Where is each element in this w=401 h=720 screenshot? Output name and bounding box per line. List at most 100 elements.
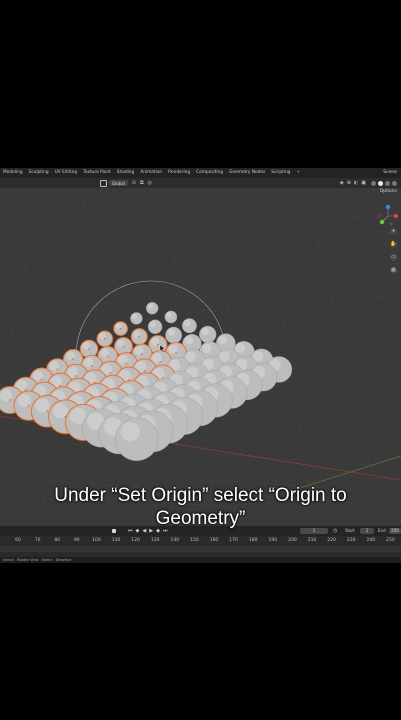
ruler-tick: 210 [307, 538, 317, 543]
origin-point [91, 365, 93, 368]
3d-viewport[interactable] [0, 188, 401, 515]
ruler-tick: 130 [150, 538, 160, 543]
gizmo-x-axis-icon[interactable] [393, 213, 399, 219]
sphere-highlight [235, 343, 246, 354]
sphere-highlight [131, 313, 138, 319]
viewport-header: Global ⊙ ⧉ ◎ ◈ ⊕ ◐ ▣ [0, 178, 401, 188]
proportional-edit-toggle[interactable]: ◎ [148, 180, 152, 186]
proportional-icon: ◎ [147, 180, 152, 186]
timeline-track[interactable] [0, 546, 401, 552]
sphere-highlight [183, 319, 191, 327]
tab-geometry-nodes[interactable]: Geometry Nodes [226, 168, 268, 178]
ruler-tick: 110 [111, 538, 121, 543]
overlay-toggle-icon[interactable]: ◐ [354, 180, 358, 186]
orientation-icon [100, 179, 107, 187]
sphere-highlight [201, 327, 209, 336]
rendered-shading-button[interactable] [392, 180, 397, 186]
camera-view-icon[interactable]: ▭ [390, 254, 397, 261]
origin-point [109, 372, 112, 375]
ruler-tick: 230 [346, 538, 356, 543]
tutorial-caption: Under “Set Origin” select “Origin to Geo… [0, 484, 401, 530]
origin-point [106, 355, 109, 358]
grid-line [0, 217, 401, 247]
origin-point [56, 368, 59, 371]
grid-line [0, 438, 401, 468]
add-workspace-button[interactable]: + [293, 168, 303, 178]
origin-point [175, 351, 178, 354]
sphere[interactable] [181, 318, 197, 334]
origin-point [72, 358, 75, 361]
origin-point [40, 378, 43, 381]
navigation-gizmo[interactable] [377, 204, 399, 226]
ruler-tick: 160 [209, 538, 219, 543]
caption-line-2: Geometry” [155, 508, 246, 529]
wireframe-shading-button[interactable] [371, 180, 376, 186]
caption-line-1: Under “Set Origin” select “Origin to [54, 485, 347, 506]
sphere-highlight [218, 335, 228, 345]
sphere[interactable] [147, 319, 163, 335]
origin-point [9, 399, 11, 401]
tab-compositing[interactable]: Compositing [193, 168, 226, 178]
status-rotate-view: Rotate View [17, 558, 39, 562]
ruler-tick: 120 [131, 538, 140, 543]
tab-scripting[interactable]: Scripting [268, 168, 293, 178]
grid-line [0, 269, 401, 299]
material-preview-button[interactable] [385, 180, 390, 186]
pivot-point-button[interactable]: ⊙ [132, 180, 136, 186]
gizmo-z-axis-icon[interactable] [385, 204, 391, 210]
solid-shading-button[interactable] [378, 180, 383, 186]
sphere[interactable] [145, 301, 159, 315]
sphere-highlight [149, 321, 157, 328]
viewport-nav-tools: + ✋ ▭ ▦ [390, 228, 397, 274]
ruler-tick: 140 [170, 538, 180, 543]
ruler-tick: 250 [386, 538, 395, 543]
gizmo-y-axis-icon[interactable] [379, 219, 385, 225]
tab-shading[interactable]: Shading [114, 168, 137, 178]
tab-texture-paint[interactable]: Texture Paint [80, 168, 114, 178]
gizmo-toggle-icon[interactable]: ⊕ [347, 180, 351, 186]
origin-point [141, 353, 143, 356]
transform-orientation[interactable]: Global [100, 179, 128, 187]
ruler-tick: 80 [54, 538, 61, 543]
ruler-tick: 180 [248, 538, 258, 543]
tab-animation[interactable]: Animation [137, 168, 165, 178]
sphere[interactable] [164, 310, 178, 324]
origin-point [159, 361, 162, 363]
zoom-icon[interactable]: + [390, 228, 397, 235]
pan-hand-icon[interactable]: ✋ [390, 241, 397, 248]
shading-controls: ◈ ⊕ ◐ ▣ [340, 180, 397, 186]
tab-sculpting[interactable]: Sculpting [26, 168, 52, 178]
status-bar: Select Rotate View Select Deselect [0, 557, 401, 563]
frame-ruler[interactable]: 60 70 80 90 100 110 120 130 140 150 160 170 180 190 20… [0, 537, 401, 546]
view-object-types-icon[interactable]: ◈ [340, 180, 344, 186]
sphere[interactable] [165, 326, 183, 344]
sphere[interactable] [130, 312, 143, 325]
origin-point [156, 343, 159, 346]
grid-line [0, 188, 43, 392]
ruler-tick: 100 [92, 538, 101, 543]
tab-modeling[interactable]: Modeling [0, 168, 26, 178]
ruler-tick: 150 [190, 538, 199, 543]
ruler-tick: 200 [288, 538, 297, 543]
origin-point [24, 388, 27, 391]
tab-uv-editing[interactable]: UV Editing [52, 168, 80, 178]
snap-toggle[interactable]: ⧉ [140, 180, 144, 186]
origin-point [125, 362, 128, 365]
sphere-highlight [167, 328, 175, 337]
sphere-array [0, 301, 293, 461]
xray-toggle-icon[interactable]: ▣ [361, 180, 366, 186]
ruler-tick: 70 [34, 538, 41, 543]
sphere-highlight [147, 303, 154, 309]
origin-point [122, 345, 125, 348]
orientation-dropdown[interactable]: Global [109, 180, 128, 186]
origin-point [143, 370, 146, 372]
tab-rendering[interactable]: Rendering [165, 168, 193, 178]
scene-selector[interactable]: Scene [383, 168, 397, 178]
sphere-highlight [185, 351, 196, 362]
sphere[interactable] [114, 417, 159, 461]
grid-line [0, 243, 401, 273]
sphere[interactable] [199, 325, 217, 344]
status-deselect: Deselect [55, 558, 72, 562]
pivot-icon: ⊙ [131, 180, 136, 186]
perspective-toggle-icon[interactable]: ▦ [390, 267, 397, 274]
